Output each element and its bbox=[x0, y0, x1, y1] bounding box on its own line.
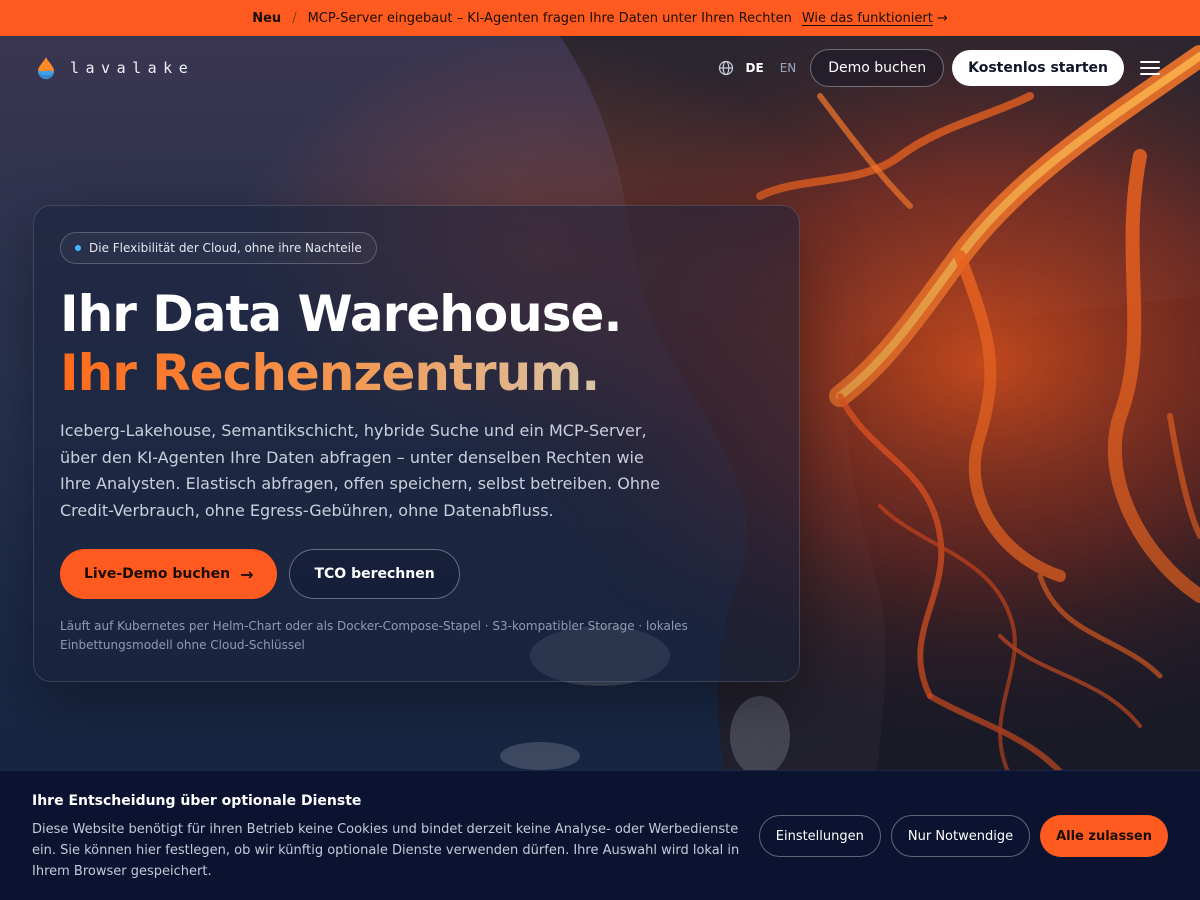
arrow-right-icon: → bbox=[936, 10, 948, 26]
hero-headline-line1: Ihr Data Warehouse. bbox=[60, 285, 622, 343]
hero-pill-text: Die Flexibilität der Cloud, ohne ihre Na… bbox=[89, 241, 362, 255]
announcement-badge: Neu bbox=[252, 10, 282, 26]
announcement-bar: Neu / MCP-Server eingebaut – KI-Agenten … bbox=[0, 0, 1200, 36]
hamburger-menu-icon[interactable] bbox=[1140, 61, 1160, 75]
cookie-accept-all-button[interactable]: Alle zulassen bbox=[1040, 815, 1168, 857]
hero-pill: Die Flexibilität der Cloud, ohne ihre Na… bbox=[60, 232, 377, 264]
lava-drop-icon bbox=[38, 57, 54, 79]
hero-lead: Iceberg-Lakehouse, Semantikschicht, hybr… bbox=[60, 421, 660, 520]
globe-icon[interactable] bbox=[718, 60, 734, 76]
site-header: lavalake DE EN Demo buchen Kostenlos sta… bbox=[0, 36, 1200, 100]
hero-headline-line2: Ihr Rechenzentrum. bbox=[60, 344, 600, 402]
live-demo-label: Live-Demo buchen bbox=[84, 566, 231, 582]
status-dot-icon bbox=[75, 245, 81, 251]
hero-footnote: Läuft auf Kubernetes per Helm-Chart oder… bbox=[60, 619, 688, 652]
demo-button[interactable]: Demo buchen bbox=[810, 49, 945, 87]
logo-text: lavalake bbox=[70, 59, 195, 77]
cookie-settings-button[interactable]: Einstellungen bbox=[758, 815, 881, 857]
tco-button[interactable]: TCO berechnen bbox=[289, 549, 460, 599]
announcement-separator: / bbox=[292, 10, 297, 26]
live-demo-button[interactable]: Live-Demo buchen → bbox=[60, 549, 278, 599]
cookie-text: Diese Website benötigt für ihren Betrieb… bbox=[32, 822, 740, 879]
announcement-link[interactable]: Wie das funktioniert bbox=[802, 11, 933, 26]
announcement-link-label: Wie das funktioniert bbox=[801, 10, 933, 26]
cookie-banner: Ihre Entscheidung über optionale Dienste… bbox=[0, 770, 1200, 900]
start-free-button[interactable]: Kostenlos starten bbox=[952, 50, 1124, 86]
header-actions: DE EN Demo buchen Kostenlos starten bbox=[718, 49, 1160, 87]
logo[interactable]: lavalake bbox=[38, 56, 194, 80]
cookie-actions: Einstellungen Nur Notwendige Alle zulass… bbox=[758, 815, 1168, 857]
announcement-text: MCP-Server eingebaut – KI-Agenten fragen… bbox=[307, 10, 792, 26]
language-en[interactable]: EN bbox=[780, 61, 797, 75]
hero-cta-row: Live-Demo buchen → TCO berechnen bbox=[60, 549, 460, 599]
cookie-title: Ihre Entscheidung über optionale Dienste bbox=[32, 793, 362, 809]
hero-card: Die Flexibilität der Cloud, ohne ihre Na… bbox=[33, 205, 800, 682]
language-de[interactable]: DE bbox=[746, 61, 764, 75]
arrow-right-icon: → bbox=[240, 564, 254, 584]
cookie-necessary-button[interactable]: Nur Notwendige bbox=[890, 815, 1031, 857]
